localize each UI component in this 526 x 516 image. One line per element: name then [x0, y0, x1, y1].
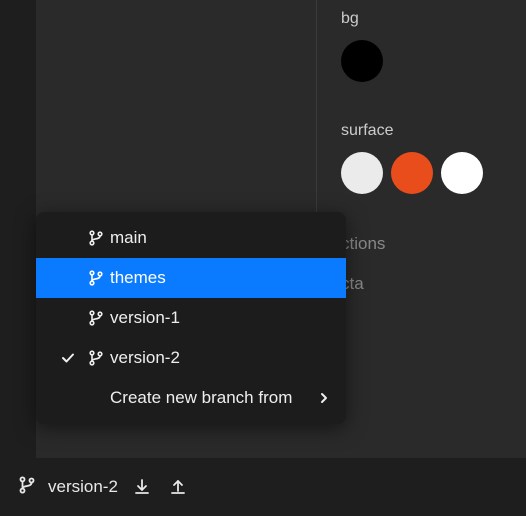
color-swatch-orange[interactable] [391, 152, 433, 194]
create-branch-button[interactable]: Create new branch from [36, 378, 346, 418]
branch-menu: main themes version-1 [36, 212, 346, 424]
chevron-right-icon [314, 392, 334, 404]
branch-menu-label: main [110, 228, 334, 248]
branch-icon [82, 310, 110, 326]
branch-icon [82, 230, 110, 246]
color-swatch-black[interactable] [341, 40, 383, 82]
branch-icon [18, 476, 36, 499]
create-branch-label: Create new branch from [110, 388, 314, 408]
color-swatch-grey[interactable] [341, 152, 383, 194]
property-label-hidden-1: ctions [341, 234, 526, 254]
property-label-hidden-2: cta [341, 274, 526, 294]
check-icon [54, 351, 82, 365]
status-bar: version-2 [0, 458, 526, 516]
branch-icon [82, 350, 110, 366]
current-branch-label[interactable]: version-2 [48, 477, 118, 497]
branch-icon [82, 270, 110, 286]
swatch-row-bg [341, 40, 526, 82]
properties-panel: bg surface ctions cta [316, 0, 526, 350]
swatch-row-surface [341, 152, 526, 194]
pull-button[interactable] [130, 475, 154, 499]
color-swatch-white[interactable] [441, 152, 483, 194]
property-label-bg: bg [341, 10, 526, 28]
property-label-surface: surface [341, 122, 526, 140]
branch-menu-item-version-1[interactable]: version-1 [36, 298, 346, 338]
push-button[interactable] [166, 475, 190, 499]
left-sidebar [0, 0, 36, 516]
branch-menu-label: version-2 [110, 348, 334, 368]
branch-menu-item-version-2[interactable]: version-2 [36, 338, 346, 378]
branch-menu-item-main[interactable]: main [36, 218, 346, 258]
branch-menu-item-themes[interactable]: themes [36, 258, 346, 298]
branch-menu-label: themes [110, 268, 334, 288]
branch-menu-label: version-1 [110, 308, 334, 328]
